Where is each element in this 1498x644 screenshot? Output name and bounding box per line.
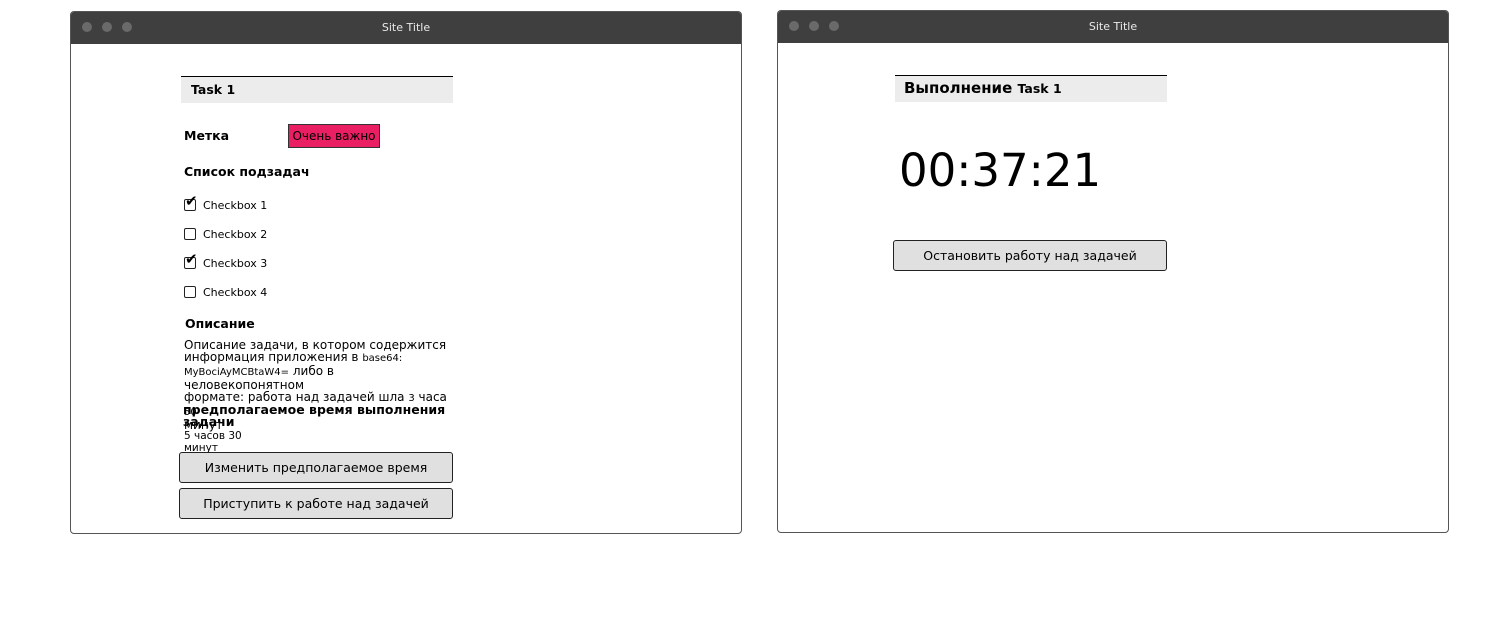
window-title: Site Title: [1088, 20, 1138, 33]
description-fragment: base64:: [362, 353, 403, 364]
checkbox-label: Checkbox 2: [203, 228, 268, 241]
estimate-title: предполагаемое время выполнения задачи: [183, 403, 458, 429]
execution-header: Выполнение Task 1: [895, 75, 1167, 102]
execution-heading: Выполнение Task 1: [904, 79, 1062, 97]
task-title: Task 1: [191, 82, 236, 97]
heading-word: Выполнение: [904, 79, 1013, 97]
estimate-value-line: 5 часов 30: [184, 430, 242, 442]
description-fragment: информация приложения в: [184, 350, 363, 364]
description-line: информация приложения в base64:: [184, 351, 456, 365]
estimate-title-line: задачи: [183, 414, 235, 429]
work-timer: 00:37:21: [899, 144, 1102, 197]
estimate-value: 5 часов 30 минут: [184, 430, 242, 454]
checkbox-label: Checkbox 3: [203, 257, 268, 270]
checkbox-label: Checkbox 4: [203, 286, 268, 299]
check-mark-icon: ✔: [185, 193, 198, 210]
tag-label: Метка: [184, 128, 230, 143]
subtasks-title: Список подзадач: [184, 164, 310, 179]
task-header: Task 1: [181, 76, 453, 103]
checkbox-box[interactable]: [184, 286, 196, 298]
window-title: Site Title: [381, 21, 431, 34]
task-execution-window: Site Title Выполнение Task 1 00:37:21 Ос…: [777, 10, 1449, 533]
description-title: Описание: [185, 316, 255, 331]
window-titlebar: Site Title: [71, 12, 741, 44]
task-details-window: Site Title Task 1 Метка Очень важно Спис…: [70, 11, 742, 534]
change-estimate-button[interactable]: Изменить предполагаемое время: [179, 452, 453, 483]
checkbox-label: Checkbox 1: [203, 199, 268, 212]
start-work-button[interactable]: Приступить к работе над задачей: [179, 488, 453, 519]
description-line: MyBociAyMCBtaW4= либо в человекопонятном: [184, 365, 456, 391]
check-mark-icon: ✔: [185, 251, 198, 268]
priority-tag[interactable]: Очень важно: [288, 124, 380, 148]
description-fragment: MyBociAyMCBtaW4=: [184, 367, 290, 378]
checkbox-box[interactable]: [184, 228, 196, 240]
heading-task: Task 1: [1017, 81, 1062, 96]
stop-work-button[interactable]: Остановить работу над задачей: [893, 240, 1167, 271]
window-titlebar: Site Title: [778, 11, 1448, 43]
